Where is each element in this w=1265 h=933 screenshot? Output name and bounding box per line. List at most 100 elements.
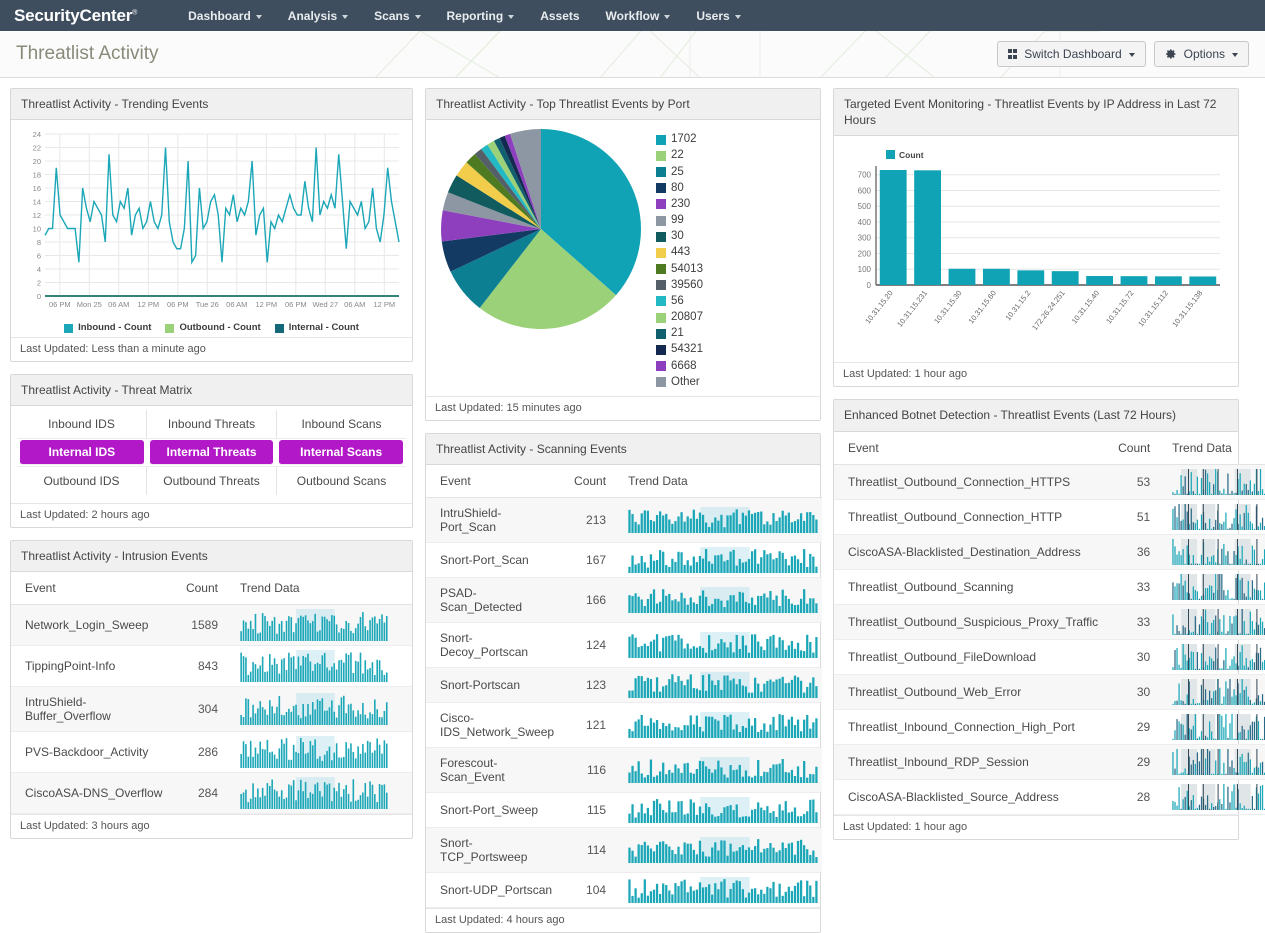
column-header-event[interactable]: Event (426, 465, 561, 499)
table-row[interactable]: Threatlist_Outbound_Web_Error 30 (834, 674, 1265, 710)
nav-item-dashboard[interactable]: Dashboard (175, 2, 275, 30)
table-row[interactable]: PSAD-Scan_Detected 166 (426, 577, 823, 624)
column-header-trend[interactable]: Trend Data (1162, 431, 1265, 465)
cell-trend (1162, 779, 1265, 815)
column-header-count[interactable]: Count (171, 572, 230, 606)
column-header-event[interactable]: Event (834, 431, 1105, 465)
table-row[interactable]: IntruShield-Buffer_Overflow 304 (11, 686, 412, 733)
table-row[interactable]: Snort-Decoy_Portscan 124 (426, 622, 823, 669)
bar-x-tick-label: 10.31.15.30 (932, 289, 963, 326)
pie-legend-item[interactable]: 443 (656, 245, 703, 260)
table-row[interactable]: TippingPoint-Info 843 (11, 645, 412, 688)
chevron-down-icon (734, 14, 741, 19)
legend-swatch (656, 296, 666, 307)
trending-events-line-chart[interactable]: 02468101214161820222406 PM Mon 25 06 AM 12 … (19, 126, 405, 318)
svg-text:24: 24 (33, 130, 41, 139)
nav-item-scans[interactable]: Scans (361, 2, 433, 30)
pie-legend-item[interactable]: 54013 (656, 262, 703, 277)
nav-item-reporting[interactable]: Reporting (434, 2, 528, 30)
table-row[interactable]: Snort-Portscan 123 (426, 667, 823, 704)
table-row[interactable]: Threatlist_Inbound_RDP_Session 29 (834, 744, 1265, 780)
panel-trending-events: Threatlist Activity - Trending Events 0 2… (10, 88, 413, 362)
cell-event: IntruShield-Port_Scan (426, 497, 561, 544)
pie-legend-item[interactable]: 25 (656, 165, 703, 180)
cell-event: Snort-Port_Scan (426, 542, 561, 579)
pie-legend-item[interactable]: 30 (656, 229, 703, 244)
trend-sparkline (628, 797, 818, 824)
chevron-down-icon (508, 14, 515, 19)
legend-item[interactable]: Inbound - Count (64, 322, 151, 335)
panel-footer: Last Updated: 4 hours ago (426, 908, 820, 932)
threat-matrix-grid: Inbound IDS Inbound Threats Inbound Scans I… (11, 406, 412, 503)
table-row[interactable]: Snort-UDP_Portscan 104 (426, 872, 823, 909)
pie-legend-item[interactable]: 39560 (656, 278, 703, 293)
threatlist-events-by-ip-bar-chart[interactable]: 010020030040050060070010.31.15.20 10.31.1… (842, 142, 1230, 357)
table-row[interactable]: Threatlist_Outbound_FileDownload 30 (834, 639, 1265, 675)
matrix-cell-outbound-threats[interactable]: Outbound Threats (147, 466, 277, 495)
table-row[interactable]: Threatlist_Inbound_Connection_High_Port 2… (834, 709, 1265, 745)
legend-swatch (165, 323, 175, 333)
column-header-event[interactable]: Event (11, 572, 172, 606)
column-header-count[interactable]: Count (1104, 431, 1163, 465)
bar-x-tick-label: 10.31.15.40 (1070, 289, 1101, 326)
matrix-cell-inbound-ids[interactable]: Inbound IDS (17, 409, 147, 439)
legend-swatch (656, 328, 666, 339)
nav-item-analysis[interactable]: Analysis (275, 2, 361, 30)
trend-sparkline (628, 672, 818, 699)
bar-legend-label: Count (899, 150, 924, 160)
table-row[interactable]: Threatlist_Outbound_Connection_HTTPS 53 (834, 464, 1265, 500)
matrix-cell-internal-scans[interactable]: Internal Scans (279, 439, 404, 465)
legend-item[interactable]: Outbound - Count (165, 322, 261, 335)
pie-legend-item[interactable]: 99 (656, 213, 703, 228)
brand-logo[interactable]: SecurityCenter® (14, 6, 137, 26)
table-row[interactable]: CiscoASA-Blacklisted_Destination_Address… (834, 534, 1265, 570)
matrix-cell-internal-ids[interactable]: Internal IDS (20, 439, 144, 465)
nav-item-users[interactable]: Users (683, 2, 753, 30)
nav-item-workflow[interactable]: Workflow (593, 2, 684, 30)
table-row[interactable]: Network_Login_Sweep 1589 (11, 604, 412, 647)
table-row[interactable]: CiscoASA-Blacklisted_Source_Address 28 (834, 779, 1265, 815)
column-header-trend[interactable]: Trend Data (230, 572, 412, 606)
table-row[interactable]: PVS-Backdoor_Activity 286 (11, 731, 412, 774)
pie-legend-item[interactable]: 6668 (656, 359, 703, 374)
pie-legend-item[interactable]: 21 (656, 326, 703, 341)
table-row[interactable]: Snort-TCP_Portsweep 114 (426, 827, 823, 874)
table-row[interactable]: Threatlist_Outbound_Suspicious_Proxy_Tra… (834, 604, 1265, 640)
table-row[interactable]: Threatlist_Outbound_Connection_HTTP 51 (834, 499, 1265, 535)
matrix-cell-inbound-threats[interactable]: Inbound Threats (147, 409, 277, 439)
table-row[interactable]: Snort-Port_Sweep 115 (426, 792, 823, 829)
svg-text:14: 14 (33, 198, 41, 207)
legend-label: 30 (671, 230, 684, 243)
pie-legend-item[interactable]: 1702 (656, 132, 703, 147)
table-row[interactable]: Forescout-Scan_Event 116 (426, 747, 823, 794)
table-row[interactable]: IntruShield-Port_Scan 213 (426, 497, 823, 544)
legend-label: 99 (671, 214, 684, 227)
pie-legend-item[interactable]: 80 (656, 181, 703, 196)
column-header-count[interactable]: Count (560, 465, 619, 499)
table-header-row: Event Count Trend Data (834, 431, 1265, 465)
pie-legend-item[interactable]: 20807 (656, 310, 703, 325)
matrix-cell-outbound-scans[interactable]: Outbound Scans (277, 467, 406, 495)
column-header-trend[interactable]: Trend Data (618, 465, 823, 499)
table-row[interactable]: Threatlist_Outbound_Scanning 33 (834, 569, 1265, 605)
switch-dashboard-button[interactable]: Switch Dashboard (996, 41, 1146, 67)
nav-item-assets[interactable]: Assets (527, 2, 592, 30)
table-row[interactable]: Cisco-IDS_Network_Sweep 121 (426, 702, 823, 749)
pie-legend-item[interactable]: 230 (656, 197, 703, 212)
legend-item[interactable]: Internal - Count (274, 322, 359, 335)
pie-legend-item[interactable]: Other (656, 375, 703, 390)
table-row[interactable]: CiscoASA-DNS_Overflow 284 (11, 772, 412, 815)
pie-legend-item[interactable]: 56 (656, 294, 703, 309)
trend-sparkline (240, 650, 388, 683)
trend-sparkline (1172, 678, 1265, 705)
matrix-cell-inbound-scans[interactable]: Inbound Scans (277, 410, 406, 439)
pie-legend-item[interactable]: 22 (656, 148, 703, 163)
options-button[interactable]: Options (1153, 41, 1249, 67)
table-row[interactable]: Snort-Port_Scan 167 (426, 542, 823, 579)
cell-count: 121 (560, 702, 619, 749)
matrix-cell-internal-threats[interactable]: Internal Threats (149, 439, 274, 465)
matrix-cell-outbound-ids[interactable]: Outbound IDS (17, 466, 147, 495)
pie-legend-item[interactable]: 54321 (656, 342, 703, 357)
brand-text: SecurityCenter (14, 5, 133, 25)
top-ports-pie-chart[interactable] (436, 124, 646, 334)
